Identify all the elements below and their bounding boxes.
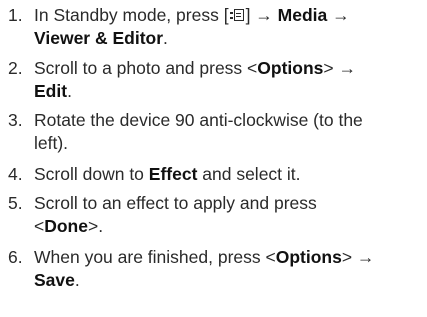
step-text-line: Save. [34, 270, 80, 290]
step-text-line: Edit. [34, 81, 72, 101]
step-number: 4. [8, 164, 23, 184]
step-number: 2. [8, 58, 23, 78]
step-text-line: Rotate the device 90 anti-clockwise (to … [34, 110, 363, 130]
step-number: 3. [8, 110, 23, 130]
step-number: 6. [8, 247, 23, 267]
step-text-line: <Done>. [34, 216, 104, 236]
step-text-line: In Standby mode, press [] → Media → [34, 5, 350, 25]
step-text-line: Scroll to a photo and press <Options> → [34, 58, 356, 78]
menu-key-icon [229, 9, 245, 22]
step-text-line: Scroll to an effect to apply and press [34, 193, 317, 213]
step-text-line: Scroll down to Effect and select it. [34, 164, 301, 184]
step-text-line: When you are finished, press <Options> → [34, 247, 375, 267]
step-text-line: left). [34, 133, 69, 153]
step-text-line: Viewer & Editor. [34, 28, 168, 48]
step-number: 5. [8, 193, 23, 213]
step-number: 1. [8, 5, 23, 25]
